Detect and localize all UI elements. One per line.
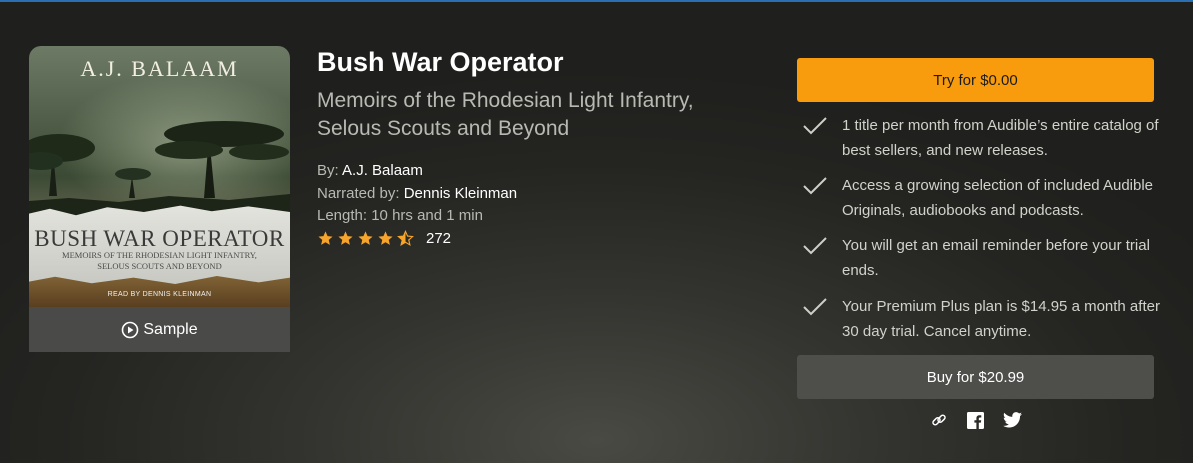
benefit-text: You will get an email reminder before yo… — [842, 237, 1150, 279]
star-icon — [338, 231, 353, 245]
benefit-text: Your Premium Plus plan is $14.95 a month… — [842, 298, 1160, 340]
author-line: By: A.J. Balaam — [317, 162, 423, 179]
star-half-icon — [397, 230, 414, 247]
star-icon — [378, 231, 393, 245]
cover-subtitle: MEMOIRS OF THE RHODESIAN LIGHT INFANTRY,… — [29, 250, 290, 272]
check-icon — [803, 237, 827, 255]
benefit-item: Access a growing selection of included A… — [800, 173, 1160, 223]
share-twitter-button[interactable] — [1002, 410, 1022, 430]
cover-author: A.J. BALAAM — [80, 56, 239, 81]
link-icon — [932, 414, 946, 426]
check-icon — [803, 117, 827, 135]
benefit-text: Access a growing selection of included A… — [842, 177, 1154, 219]
twitter-icon — [1002, 412, 1022, 428]
sample-label: Sample — [143, 320, 198, 338]
narrator-label: Narrated by: — [317, 185, 404, 202]
book-title: Bush War Operator — [317, 47, 564, 77]
rating-count: 272 — [426, 230, 452, 247]
benefit-item: 1 title per month from Audible’s entire … — [800, 113, 1160, 163]
rating[interactable]: 272 — [317, 230, 451, 247]
length-label: Length: — [317, 207, 372, 224]
share-facebook-button[interactable] — [965, 410, 985, 430]
narrator-link[interactable]: Dennis Kleinman — [404, 185, 517, 202]
sample-button[interactable]: Sample — [29, 307, 290, 352]
benefit-item: Your Premium Plus plan is $14.95 a month… — [800, 294, 1160, 344]
narrator-line: Narrated by: Dennis Kleinman — [317, 185, 517, 202]
facebook-icon — [966, 411, 984, 429]
play-circle-icon — [122, 321, 139, 338]
top-accent-line — [0, 0, 1193, 2]
length-value: 10 hrs and 1 min — [371, 207, 483, 224]
buy-button[interactable]: Buy for $20.99 — [797, 355, 1154, 399]
benefit-item: You will get an email reminder before yo… — [800, 233, 1160, 283]
cover-trees-illustration — [29, 121, 290, 216]
share-link-button[interactable] — [929, 410, 949, 430]
length-line: Length: 10 hrs and 1 min — [317, 207, 483, 224]
author-label: By: — [317, 162, 343, 179]
try-free-button[interactable]: Try for $0.00 — [797, 58, 1154, 102]
check-icon — [803, 177, 827, 195]
cover-narrator: READ BY DENNIS KLEINMAN — [107, 291, 212, 298]
check-icon — [803, 298, 827, 316]
author-link[interactable]: A.J. Balaam — [342, 162, 423, 179]
star-icon — [318, 231, 333, 245]
cover-subtitle-line2: SELOUS SCOUTS AND BEYOND — [97, 261, 222, 271]
star-icon — [358, 231, 373, 245]
benefit-text: 1 title per month from Audible’s entire … — [842, 117, 1159, 159]
book-cover[interactable]: A.J. BALAAM BUSH WAR OPERATOR MEMOIRS OF… — [29, 46, 290, 307]
cover-subtitle-line1: MEMOIRS OF THE RHODESIAN LIGHT INFANTRY, — [62, 250, 257, 260]
book-subtitle: Memoirs of the Rhodesian Light Infantry,… — [317, 89, 694, 140]
cover-title: BUSH WAR OPERATOR — [34, 226, 285, 251]
